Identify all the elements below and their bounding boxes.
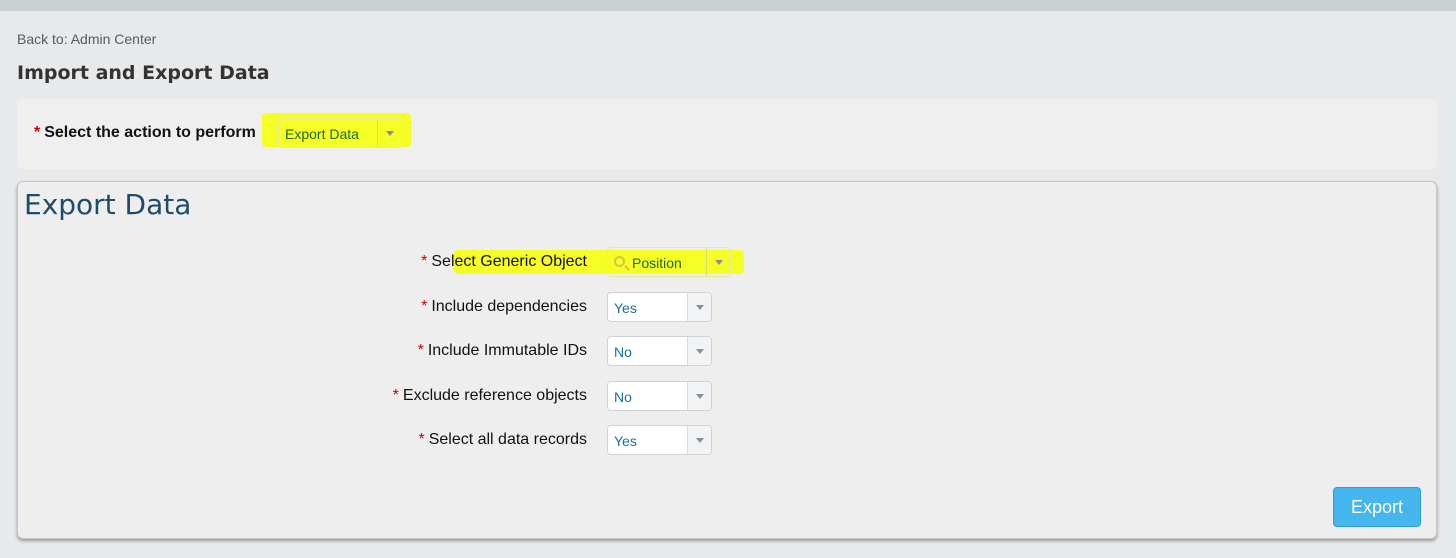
chevron-down-icon[interactable] (706, 248, 730, 276)
chevron-down-icon[interactable] (687, 382, 711, 410)
field-label-generic-object: * Select Generic Object (421, 253, 587, 271)
export-button[interactable]: Export (1333, 487, 1421, 527)
generic-object-value: Position (632, 255, 682, 271)
required-marker: * (418, 431, 425, 448)
field-label-text: Select Generic Object (431, 253, 587, 270)
field-label-include-immutable-ids: * Include Immutable IDs (418, 342, 587, 360)
top-bar (0, 0, 1456, 11)
field-label-text: Select all data records (428, 431, 587, 448)
back-to-admin-center-link[interactable]: Back to: Admin Center (17, 31, 156, 47)
export-panel-title: Export Data (24, 188, 192, 221)
search-icon (614, 256, 625, 267)
export-data-panel: Export Data * Select Generic Object Posit… (17, 181, 1437, 539)
field-label-select-all-data-records: * Select all data records (418, 431, 587, 449)
action-select[interactable]: Export Data (278, 118, 402, 148)
include-immutable-ids-select[interactable]: No (607, 336, 712, 366)
action-panel: * Select the action to perform Export Dat… (17, 99, 1437, 169)
page-title: Import and Export Data (17, 62, 270, 84)
field-label-include-dependencies: * Include dependencies (421, 298, 587, 316)
action-label: * Select the action to perform (34, 124, 256, 142)
generic-object-select[interactable]: Position (607, 247, 731, 277)
action-label-text: Select the action to perform (44, 124, 256, 141)
required-marker: * (417, 342, 424, 359)
required-marker: * (34, 124, 41, 141)
field-label-text: Exclude reference objects (402, 387, 587, 404)
exclude-reference-objects-value: No (614, 389, 632, 405)
required-marker: * (421, 298, 428, 315)
include-dependencies-select[interactable]: Yes (607, 292, 712, 322)
chevron-down-icon[interactable] (687, 337, 711, 365)
chevron-down-icon[interactable] (377, 119, 401, 147)
field-label-text: Include dependencies (431, 298, 587, 315)
required-marker: * (392, 387, 399, 404)
select-all-data-records-select[interactable]: Yes (607, 425, 712, 455)
action-select-value: Export Data (285, 126, 359, 142)
required-marker: * (421, 253, 428, 270)
include-dependencies-value: Yes (614, 300, 637, 316)
chevron-down-icon[interactable] (687, 293, 711, 321)
field-label-text: Include Immutable IDs (427, 342, 587, 359)
select-all-data-records-value: Yes (614, 433, 637, 449)
exclude-reference-objects-select[interactable]: No (607, 381, 712, 411)
chevron-down-icon[interactable] (687, 426, 711, 454)
field-label-exclude-reference-objects: * Exclude reference objects (393, 387, 587, 405)
include-immutable-ids-value: No (614, 344, 632, 360)
